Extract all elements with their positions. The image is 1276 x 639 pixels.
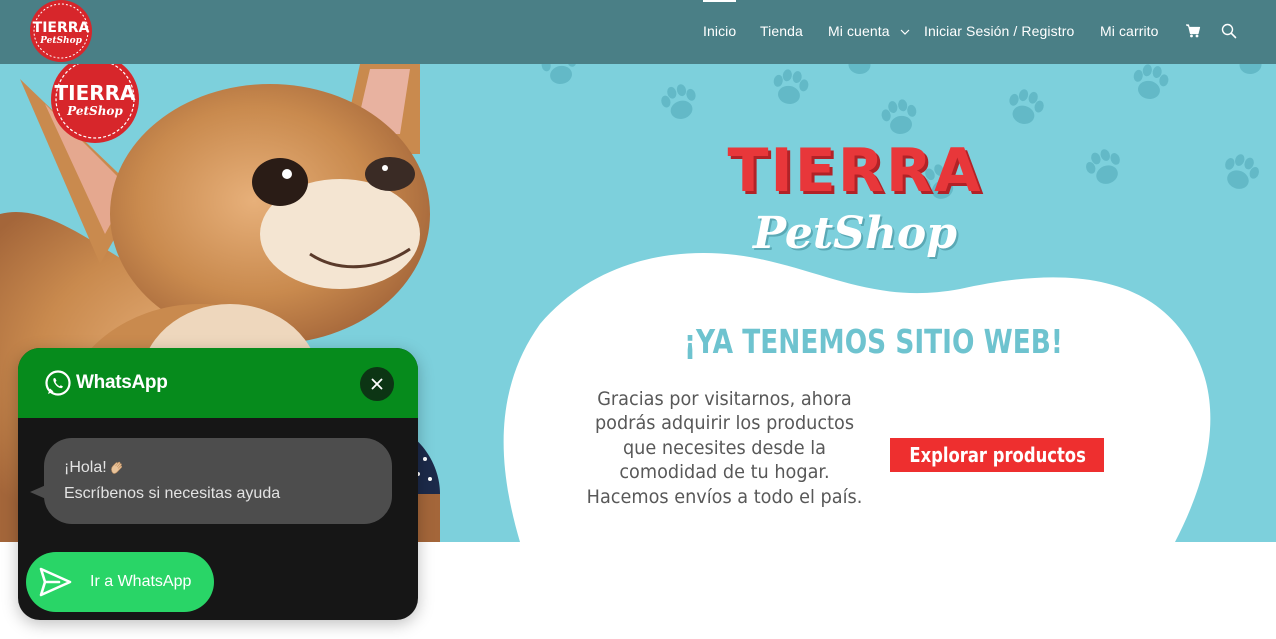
brand-title: TIERRA xyxy=(727,136,983,206)
send-icon xyxy=(39,567,72,597)
go-to-whatsapp-button[interactable]: Ir a WhatsApp xyxy=(26,552,214,612)
search-icon[interactable] xyxy=(1221,23,1237,39)
whatsapp-widget: WhatsApp ¡Hola! Escríbenos si necesitas … xyxy=(18,348,418,620)
whatsapp-widget-title: WhatsApp xyxy=(76,372,168,393)
whatsapp-icon xyxy=(45,370,71,396)
hero-paragraph-line: Hacemos envíos a todo el país. xyxy=(586,485,863,508)
nav-item-mi-cuenta[interactable]: Mi cuenta xyxy=(828,0,890,64)
chat-message: Escríbenos si necesitas ayuda xyxy=(64,485,281,502)
go-to-whatsapp-label: Ir a WhatsApp xyxy=(90,573,192,590)
waving-hand-icon xyxy=(111,461,123,474)
hero-logo-subtext: PetShop xyxy=(66,104,123,118)
hero-paragraph-line: que necesites desde la xyxy=(622,436,827,459)
hero-logo-badge: TIERRA PetShop xyxy=(51,64,139,143)
hero-heading: ¡YA TENEMOS SITIO WEB! xyxy=(684,322,1063,361)
nav-item-mi-carrito[interactable]: Mi carrito xyxy=(1100,0,1159,64)
hero-paragraph-line: podrás adquirir los productos xyxy=(594,412,855,435)
hero-paragraph: Gracias por visitarnos, ahora podrás adq… xyxy=(583,387,867,509)
nav-item-inicio[interactable]: Inicio xyxy=(703,0,737,64)
chat-bubble xyxy=(44,438,392,524)
hero-paragraph-line: Gracias por visitarnos, ahora xyxy=(597,388,852,410)
close-icon xyxy=(371,378,383,390)
explore-products-button[interactable]: Explorar productos xyxy=(890,438,1104,472)
explore-products-label: Explorar productos xyxy=(909,443,1086,467)
main-nav: Inicio Tienda Mi cuenta Iniciar Sesión /… xyxy=(0,0,1276,64)
cart-icon[interactable] xyxy=(1185,23,1201,39)
brand-subtitle: PetShop xyxy=(752,208,958,259)
hero-logo-text: TIERRA xyxy=(54,81,136,105)
nav-item-iniciar-sesion[interactable]: Iniciar Sesión / Registro xyxy=(924,0,1074,64)
chevron-down-icon[interactable] xyxy=(899,26,911,38)
whatsapp-widget-header: WhatsApp xyxy=(18,348,418,418)
close-button[interactable] xyxy=(360,367,394,401)
chat-greeting: ¡Hola! xyxy=(64,459,107,476)
site-header: TIERRA PetShop Inicio Tienda Mi cuenta I… xyxy=(0,0,1276,64)
hero-paragraph-line: comodidad de tu hogar. xyxy=(619,461,830,484)
nav-item-tienda[interactable]: Tienda xyxy=(760,0,803,64)
